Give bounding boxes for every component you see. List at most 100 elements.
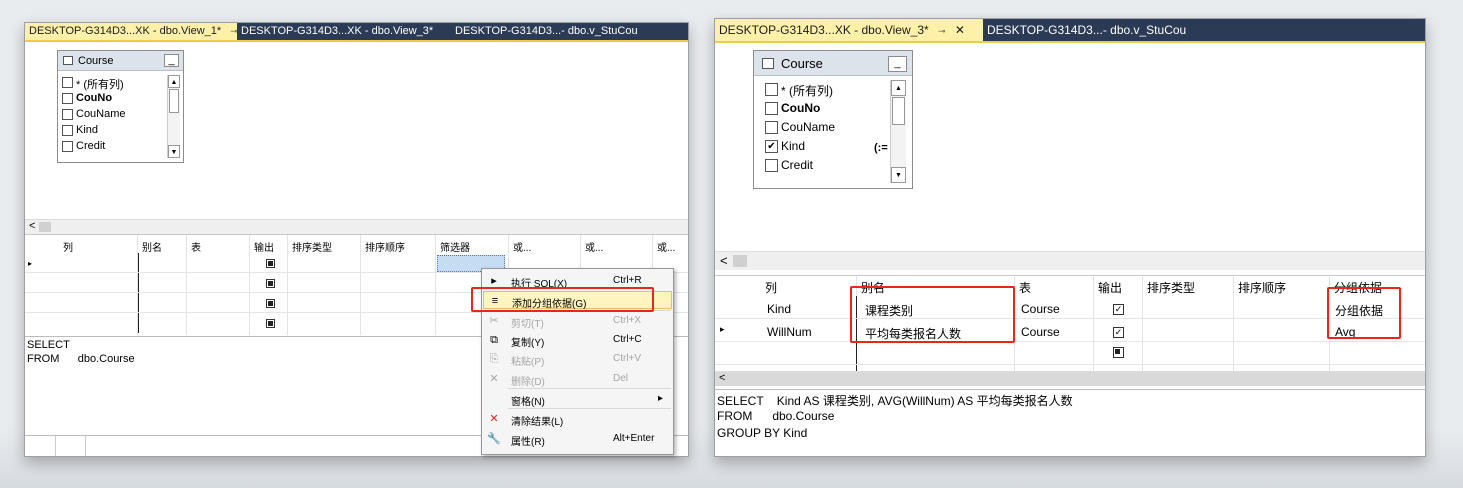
column-item[interactable]: CouName	[762, 118, 906, 137]
sql-pane[interactable]: SELECT Kind AS 课程类别, AVG(WillNum) AS 平均每…	[715, 389, 1425, 456]
grid-header-cell[interactable]: 或...	[513, 239, 531, 254]
tab-label: DESKTOP-G314D3...- dbo.v_StuCou	[455, 25, 638, 37]
sql-line: SELECT Kind AS 课程类别, AVG(WillNum) AS 平均每…	[717, 394, 1073, 408]
grid-header-cell[interactable]: 或...	[657, 239, 675, 254]
menu-item[interactable]: 🔧 属性(R) Alt+Enter	[483, 430, 672, 448]
grid-header-cell[interactable]: 表	[191, 239, 201, 254]
column-item[interactable]: CouName	[62, 107, 180, 123]
grid-header-row: 列 别名 表 输出 排序类型 排序顺序 筛选器 或... 或... 或...	[25, 235, 688, 335]
grid-header-cell[interactable]: 别名	[142, 239, 162, 254]
output-checkbox[interactable]: ✓	[1113, 327, 1124, 338]
scroll-thumb[interactable]	[733, 255, 747, 267]
row-selector-icon[interactable]: ▸	[28, 259, 32, 268]
column-checkbox[interactable]	[62, 125, 73, 136]
column-checkbox[interactable]	[62, 77, 73, 88]
grid-cell-table[interactable]: Course	[1021, 302, 1060, 316]
output-checkbox[interactable]	[266, 319, 275, 328]
menu-item[interactable]: ✕ 删除(D) Del	[483, 370, 672, 388]
grid-header-cell[interactable]: 输出	[254, 239, 274, 254]
column-item[interactable]: * (所有列)	[762, 80, 906, 99]
menu-item-label: 清除结果(L)	[511, 417, 564, 428]
menu-item[interactable]: ⎘ 粘贴(P) Ctrl+V	[483, 350, 672, 368]
output-checkbox[interactable]	[266, 299, 275, 308]
grid-cell-table[interactable]: Course	[1021, 325, 1060, 339]
scroll-down-icon[interactable]: ▼	[891, 167, 906, 183]
output-checkbox[interactable]	[1113, 347, 1124, 358]
clear-results-icon: ✕	[489, 413, 499, 425]
column-checkbox[interactable]	[62, 93, 73, 104]
scroll-thumb[interactable]	[892, 97, 905, 125]
grid-cell-column[interactable]: Kind	[767, 302, 791, 316]
grid-header-cell[interactable]: 排序顺序	[1238, 279, 1286, 296]
tab-view3[interactable]: DESKTOP-G314D3...XK - dbo.View_3*	[237, 23, 447, 40]
scroll-up-icon[interactable]: ▲	[168, 75, 180, 88]
grid-header-cell[interactable]: 或...	[585, 239, 603, 254]
sql-line: FROM dbo.Course	[27, 353, 135, 365]
column-list-scrollbar[interactable]: ▲ ▼	[167, 75, 180, 158]
grid-header-cell[interactable]: 筛选器	[440, 239, 470, 254]
table-box-header: Course _	[754, 51, 912, 76]
tab-view3[interactable]: DESKTOP-G314D3...XK - dbo.View_3* ⊸ ✕	[715, 19, 983, 41]
minimize-icon[interactable]: _	[164, 54, 179, 67]
column-checkbox[interactable]	[62, 109, 73, 120]
grid-header-cell[interactable]: 表	[1019, 279, 1031, 296]
diagram-pane: Course _ * (所有列) CouNo CouName ✔ Kind Credit …	[715, 43, 1425, 251]
tab-view1[interactable]: DESKTOP-G314D3...XK - dbo.View_1* ⊸ ✕	[25, 23, 255, 40]
right-tab-bar: DESKTOP-G314D3...XK - dbo.View_3* ⊸ ✕ DE…	[715, 19, 1425, 43]
scroll-down-icon[interactable]: ▼	[168, 145, 180, 158]
grid-header-divider	[435, 235, 436, 335]
scroll-up-icon[interactable]: ▲	[891, 80, 906, 96]
column-item[interactable]: * (所有列)	[62, 75, 180, 91]
output-checkbox[interactable]	[266, 259, 275, 268]
scroll-left-icon[interactable]: <	[29, 220, 35, 232]
pin-icon[interactable]: ⊸	[938, 26, 946, 36]
minimize-icon[interactable]: _	[888, 56, 907, 72]
menu-item[interactable]: ✕ 清除结果(L)	[483, 410, 672, 428]
grid-row-line	[715, 364, 1425, 365]
column-item[interactable]: Kind	[62, 123, 180, 139]
tab-label: DESKTOP-G314D3...XK - dbo.View_1*	[29, 25, 222, 37]
column-item[interactable]: CouNo	[762, 99, 906, 118]
column-list-scrollbar[interactable]: ▲ ▼	[890, 80, 906, 183]
output-checkbox[interactable]	[266, 279, 275, 288]
column-checkbox[interactable]	[765, 102, 778, 115]
tab-v-stucou[interactable]: DESKTOP-G314D3...- dbo.v_StuCou	[983, 19, 1203, 41]
diagram-horizontal-scrollbar[interactable]: <	[715, 251, 1425, 270]
output-checkbox[interactable]: ✓	[1113, 304, 1124, 315]
row-selector-icon[interactable]: ▸	[720, 324, 725, 335]
grid-header-cell[interactable]: 排序类型	[1147, 279, 1195, 296]
column-item[interactable]: Credit	[62, 139, 180, 155]
scroll-left-icon[interactable]: <	[720, 253, 728, 268]
column-item[interactable]: CouNo	[62, 91, 180, 107]
course-table-box[interactable]: Course _ * (所有列) CouNo CouName Kind Credit ▲…	[57, 50, 184, 163]
grid-header-cell[interactable]: 列	[63, 239, 73, 254]
scroll-thumb[interactable]	[39, 222, 51, 232]
grid-horizontal-scrollbar[interactable]: <	[715, 371, 1425, 386]
grid-header-cell[interactable]: 列	[765, 279, 777, 296]
scroll-left-icon[interactable]: <	[719, 372, 725, 384]
pane-icon	[487, 392, 501, 406]
grid-cell-column[interactable]: WillNum	[767, 325, 812, 339]
table-name: Course	[78, 55, 114, 67]
course-table-box[interactable]: Course _ * (所有列) CouNo CouName ✔ Kind Credit …	[753, 50, 913, 189]
column-checkbox[interactable]	[765, 83, 778, 96]
column-checkbox[interactable]	[765, 159, 778, 172]
menu-item[interactable]: 窗格(N) ▸	[483, 390, 672, 408]
column-checkbox[interactable]	[62, 141, 73, 152]
scroll-thumb[interactable]	[169, 89, 179, 113]
column-item[interactable]: Credit	[762, 156, 906, 175]
menu-item[interactable]: ✂ 剪切(T) Ctrl+X	[483, 312, 672, 330]
column-label: Credit	[76, 140, 106, 152]
tab-v-stucou[interactable]: DESKTOP-G314D3...- dbo.v_StuCou	[451, 23, 651, 40]
column-checkbox[interactable]	[765, 121, 778, 134]
diagram-horizontal-scrollbar[interactable]: <	[25, 219, 688, 234]
grid-header-cell[interactable]: 输出	[1098, 279, 1122, 296]
menu-item-shortcut: Del	[613, 373, 629, 384]
menu-item[interactable]: ⧉ 复制(Y) Ctrl+C	[483, 331, 672, 349]
column-checkbox[interactable]: ✔	[765, 140, 778, 153]
grid-header-cell[interactable]: 排序顺序	[365, 239, 405, 254]
annotation-highlight-box	[471, 287, 654, 312]
menu-item-shortcut: Ctrl+R	[613, 275, 642, 286]
grid-header-cell[interactable]: 排序类型	[292, 239, 332, 254]
close-tab-icon[interactable]: ✕	[955, 23, 965, 37]
